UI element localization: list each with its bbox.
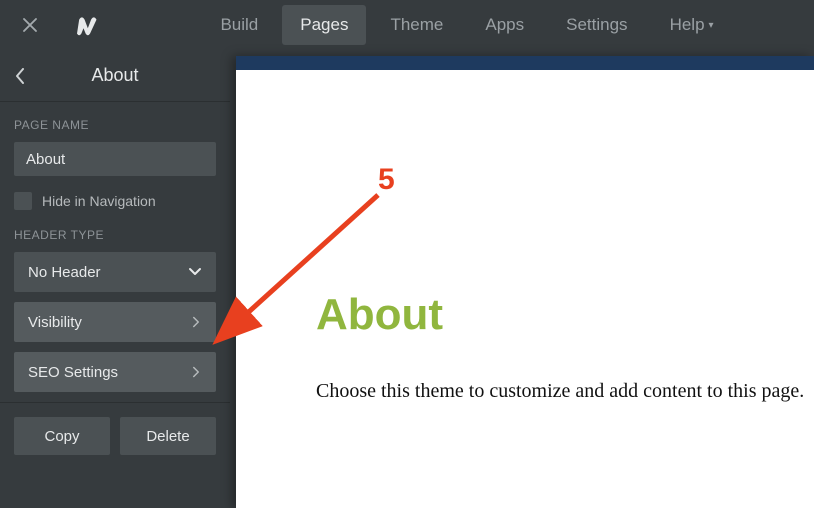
- page-name-label: PAGE NAME: [14, 118, 216, 132]
- hide-nav-checkbox[interactable]: [14, 192, 32, 210]
- annotation-number: 5: [378, 163, 395, 197]
- close-button[interactable]: [0, 0, 60, 50]
- canvas-top-strip: [236, 56, 814, 70]
- hide-nav-label: Hide in Navigation: [42, 193, 156, 209]
- nav-pages[interactable]: Pages: [282, 5, 366, 45]
- nav-theme[interactable]: Theme: [372, 5, 461, 45]
- nav-label: Build: [220, 15, 258, 35]
- sidebar-buttons: Copy Delete: [0, 417, 230, 455]
- sidebar: About PAGE NAME Hide in Navigation HEADE…: [0, 50, 230, 508]
- page-preview: About Choose this theme to customize and…: [236, 70, 814, 508]
- page-name-input[interactable]: [14, 142, 216, 176]
- topbar-left: [0, 0, 120, 50]
- chevron-right-icon: [190, 316, 202, 328]
- canvas: About Choose this theme to customize and…: [230, 50, 814, 508]
- weebly-icon: [77, 12, 103, 38]
- page-body-text: Choose this theme to customize and add c…: [316, 380, 814, 403]
- visibility-label: Visibility: [28, 314, 82, 331]
- delete-button[interactable]: Delete: [120, 417, 216, 455]
- page-heading: About: [316, 290, 814, 340]
- close-icon: [21, 16, 39, 34]
- seo-settings-row[interactable]: SEO Settings: [14, 352, 216, 392]
- app-logo: [60, 0, 120, 50]
- seo-label: SEO Settings: [28, 364, 118, 381]
- top-bar: Build Pages Theme Apps Settings Help ▾: [0, 0, 814, 50]
- copy-button[interactable]: Copy: [14, 417, 110, 455]
- back-button[interactable]: [0, 50, 40, 102]
- delete-label: Delete: [146, 428, 189, 445]
- nav-apps[interactable]: Apps: [467, 5, 542, 45]
- header-type-value: No Header: [28, 264, 101, 281]
- hide-nav-row: Hide in Navigation: [14, 192, 216, 210]
- nav-label: Apps: [485, 15, 524, 35]
- header-type-label: HEADER TYPE: [14, 228, 216, 242]
- nav-label: Settings: [566, 15, 627, 35]
- caret-down-icon: ▾: [709, 20, 714, 31]
- main-area: About PAGE NAME Hide in Navigation HEADE…: [0, 50, 814, 508]
- divider: [0, 402, 230, 403]
- chevron-right-icon: [190, 366, 202, 378]
- nav-label: Pages: [300, 15, 348, 35]
- chevron-left-icon: [15, 68, 25, 84]
- header-type-select[interactable]: No Header: [14, 252, 216, 292]
- nav-settings[interactable]: Settings: [548, 5, 645, 45]
- nav-label: Help: [670, 15, 705, 35]
- nav-label: Theme: [390, 15, 443, 35]
- nav-build[interactable]: Build: [202, 5, 276, 45]
- top-nav: Build Pages Theme Apps Settings Help ▾: [120, 5, 814, 45]
- sidebar-header: About: [0, 50, 230, 102]
- copy-label: Copy: [44, 428, 79, 445]
- sidebar-body: PAGE NAME Hide in Navigation HEADER TYPE…: [0, 102, 230, 417]
- visibility-row[interactable]: Visibility: [14, 302, 216, 342]
- nav-help[interactable]: Help ▾: [652, 5, 732, 45]
- chevron-down-icon: [188, 267, 202, 277]
